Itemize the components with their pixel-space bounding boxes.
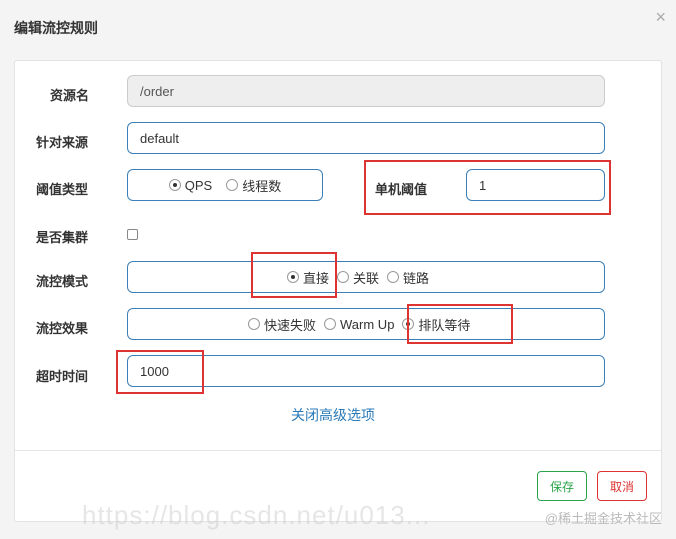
limit-app-input[interactable]: default	[127, 122, 605, 154]
cluster-checkbox[interactable]	[127, 229, 138, 240]
behavior-warm-up-radio[interactable]: Warm Up	[324, 317, 394, 332]
strategy-relate-radio[interactable]: 关联	[337, 268, 379, 287]
highlight-timeout	[116, 350, 204, 394]
cluster-label: 是否集群	[36, 230, 89, 245]
cancel-button[interactable]: 取消	[597, 471, 647, 501]
close-icon[interactable]: ×	[655, 8, 666, 26]
limit-app-value: default	[140, 130, 180, 146]
radio-checked-icon	[168, 179, 181, 191]
resource-input: /order	[127, 75, 605, 107]
toggle-advanced-link[interactable]: 关闭高级选项	[291, 405, 375, 425]
highlight-queue	[407, 304, 513, 344]
flow-rule-dialog: 编辑流控规则 × 资源名 /order 针对来源 default 阈值类型 QP…	[0, 0, 676, 539]
resource-value: /order	[140, 83, 174, 99]
resource-label: 资源名	[50, 88, 90, 103]
radio-unchecked-icon	[337, 271, 350, 283]
radio-unchecked-icon	[226, 179, 239, 191]
control-behavior-group: 快速失败 Warm Up 排队等待	[127, 308, 605, 340]
behavior-fast-fail-radio[interactable]: 快速失败	[248, 315, 316, 334]
radio-label: 线程数	[242, 178, 282, 194]
save-button[interactable]: 保存	[537, 471, 587, 501]
timeout-label: 超时时间	[36, 369, 89, 384]
radio-label: 链路	[403, 270, 430, 286]
footer-divider	[14, 450, 662, 451]
threshold-type-qps-radio[interactable]: QPS	[168, 177, 213, 193]
threshold-type-group: QPS 线程数	[127, 169, 323, 201]
dialog-title: 编辑流控规则	[14, 20, 98, 36]
radio-label: Warm Up	[340, 316, 395, 332]
radio-unchecked-icon	[248, 318, 260, 330]
limit-app-label: 针对来源	[36, 135, 89, 150]
strategy-chain-radio[interactable]: 链路	[387, 268, 429, 287]
radio-unchecked-icon	[324, 318, 337, 330]
threshold-type-thread-radio[interactable]: 线程数	[226, 176, 281, 195]
radio-label: QPS	[184, 177, 213, 193]
strategy-group: 直接 关联 链路	[127, 261, 605, 293]
highlight-direct	[251, 252, 337, 298]
threshold-type-label: 阈值类型	[36, 182, 89, 197]
radio-label: 关联	[353, 270, 380, 286]
radio-label: 快速失败	[264, 317, 317, 333]
strategy-label: 流控模式	[36, 274, 89, 289]
watermark-brand: @稀土掘金技术社区	[544, 511, 662, 526]
watermark-url: https://blog.csdn.net/u013...	[82, 500, 431, 530]
highlight-single-threshold	[364, 160, 611, 215]
control-behavior-label: 流控效果	[36, 321, 89, 336]
radio-unchecked-icon	[387, 271, 400, 283]
